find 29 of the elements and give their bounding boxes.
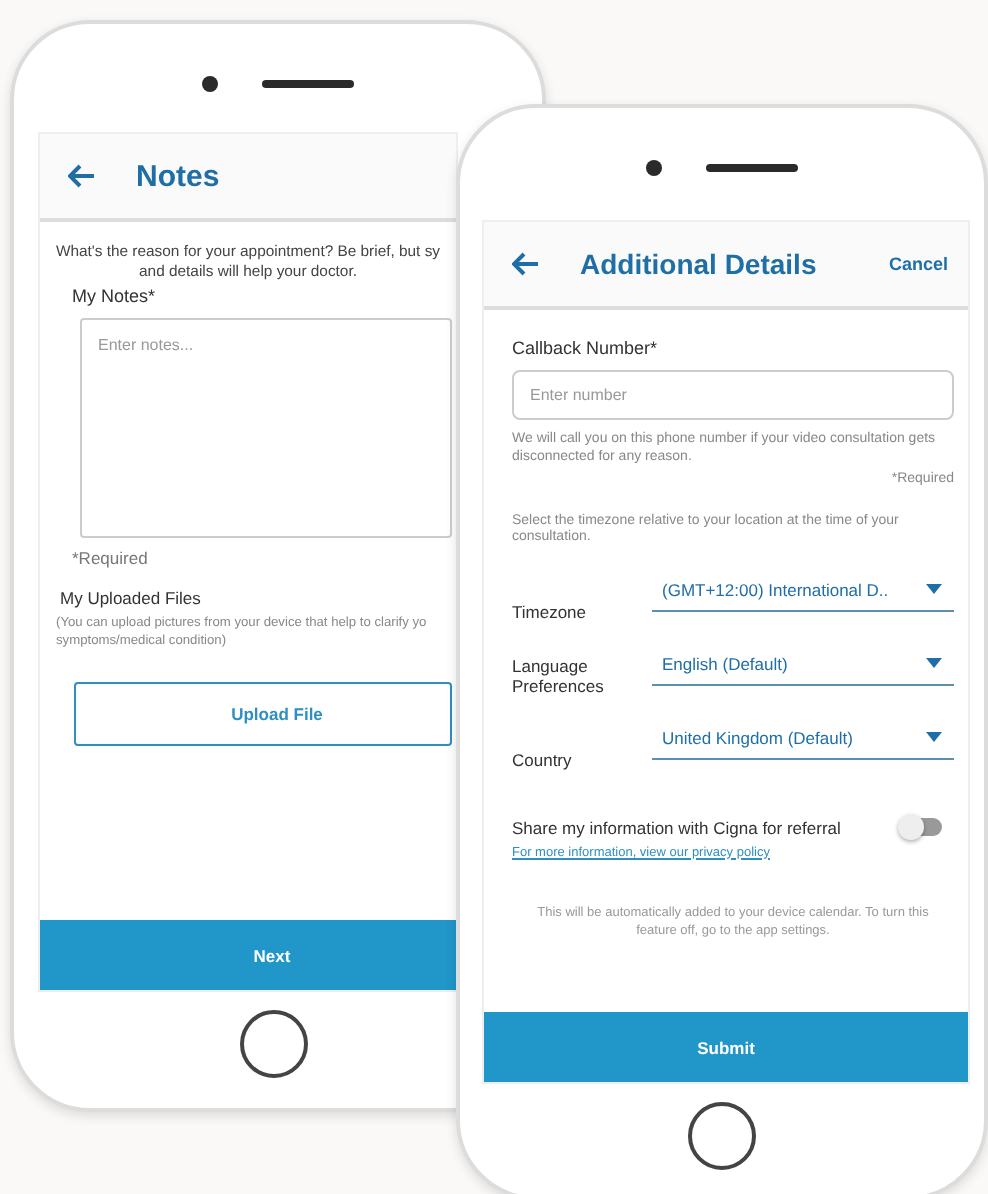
- dropdown[interactable]: English (Default): [652, 653, 954, 685]
- field-label: My Notes*: [72, 286, 158, 306]
- next-button[interactable]: Next: [40, 920, 456, 990]
- field-label: Callback Number*: [512, 338, 660, 358]
- camera-dot: [646, 159, 662, 175]
- share-toggle[interactable]: [902, 818, 942, 836]
- upload-file-button[interactable]: Upload File: [74, 682, 452, 746]
- screen-title: Notes: [136, 159, 220, 193]
- dropdown[interactable]: United Kingdom (Default): [652, 727, 954, 759]
- caret-icon: [926, 658, 942, 668]
- dropdown-label: Country: [512, 749, 574, 769]
- cancel-link[interactable]: Cancel: [888, 254, 948, 274]
- notes-field[interactable]: Enter notes...: [80, 318, 452, 538]
- back-arrow-icon[interactable]: [512, 252, 540, 276]
- caret-icon: [926, 584, 942, 594]
- speaker-slot: [262, 79, 354, 87]
- share-label: Share my information with Cigna for referral: [512, 817, 841, 837]
- dropdown[interactable]: (GMT+12:00) International D..: [652, 579, 954, 611]
- submit-button[interactable]: Submit: [484, 1012, 968, 1082]
- dropdown-label: Language Preferences: [512, 655, 606, 695]
- dropdown-label: Timezone: [512, 601, 589, 621]
- speaker-slot: [706, 163, 798, 171]
- caret-icon: [926, 732, 942, 742]
- required-note: *Required: [72, 548, 150, 568]
- back-arrow-icon[interactable]: [68, 164, 96, 188]
- section-heading: My Uploaded Files: [60, 588, 203, 608]
- callback-number-field[interactable]: Enter number: [512, 370, 954, 420]
- camera-dot: [202, 75, 218, 91]
- screen-title: Additional Details: [580, 248, 817, 280]
